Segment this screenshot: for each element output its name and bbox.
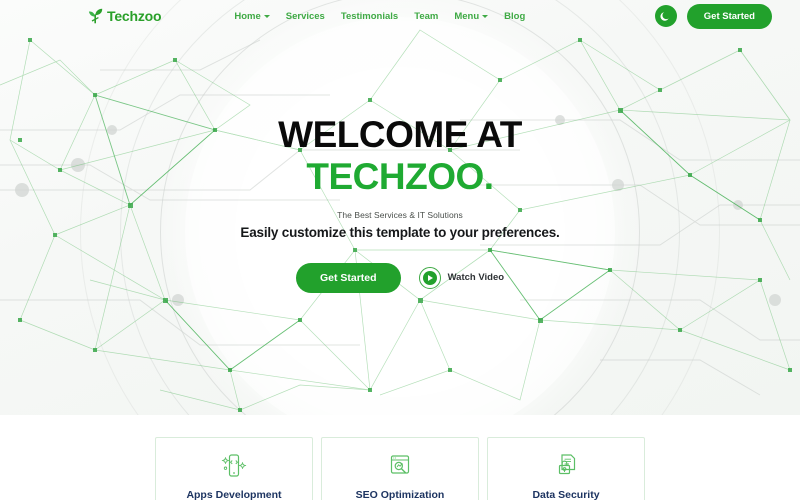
site-header: Techzoo Home Services Testimonials Team … xyxy=(0,0,800,32)
nav-label: Home xyxy=(234,10,261,22)
hero-tagline: The Best Services & IT Solutions xyxy=(337,209,463,220)
hero-title-line1: WELCOME AT xyxy=(278,114,522,156)
nav-label: Testimonials xyxy=(340,10,399,22)
nav-label: Blog xyxy=(504,10,526,22)
dark-mode-toggle[interactable] xyxy=(654,5,677,27)
watch-video-label: Watch Video xyxy=(447,272,505,284)
service-card-seo-optimization[interactable]: SEO Optimization Lorem ipsum dolor sit a… xyxy=(321,437,479,500)
service-card-title: Apps Development xyxy=(186,489,282,500)
nav-label: Menu xyxy=(454,10,480,22)
hero-content: WELCOME AT TECHZOO. The Best Services & … xyxy=(0,0,800,415)
moon-icon xyxy=(660,11,669,21)
nav-item-menu[interactable]: Menu xyxy=(454,10,489,22)
watch-video-button[interactable]: Watch Video xyxy=(418,266,505,289)
service-card-apps-development[interactable]: Apps Development Lorem ipsum dolor sit a… xyxy=(155,437,313,500)
hero-get-started-button[interactable]: Get Started xyxy=(295,262,401,293)
service-card-title: SEO Optimization xyxy=(355,489,445,500)
header-get-started-button[interactable]: Get Started xyxy=(686,3,772,29)
nav-item-home[interactable]: Home xyxy=(234,10,270,22)
play-circle-icon xyxy=(418,266,441,289)
main-navigation: Home Services Testimonials Team Menu Blo… xyxy=(234,11,525,22)
services-section: Apps Development Lorem ipsum dolor sit a… xyxy=(0,415,800,500)
service-card-data-security[interactable]: Data Security Lorem ipsum dolor sit amet… xyxy=(487,437,645,500)
browser-search-icon xyxy=(385,450,415,482)
hero-actions: Get Started Watch Video xyxy=(295,262,505,293)
landing-page: Techzoo Home Services Testimonials Team … xyxy=(0,0,800,500)
nav-item-services[interactable]: Services xyxy=(286,11,325,22)
hero-title-line2: TECHZOO. xyxy=(306,155,494,197)
header-actions: Get Started xyxy=(654,3,772,29)
mobile-code-icon xyxy=(219,450,249,482)
nav-label: Services xyxy=(285,10,325,22)
nav-item-team[interactable]: Team xyxy=(414,11,438,22)
nav-item-testimonials[interactable]: Testimonials xyxy=(341,11,398,22)
brand-logo[interactable]: Techzoo xyxy=(88,8,162,24)
chevron-down-icon xyxy=(482,15,489,18)
hero-title: WELCOME AT TECHZOO. xyxy=(278,114,522,197)
chevron-down-icon xyxy=(263,15,270,18)
service-card-list: Apps Development Lorem ipsum dolor sit a… xyxy=(0,415,800,500)
service-card-title: Data Security xyxy=(532,489,600,500)
nav-label: Team xyxy=(414,10,439,22)
leaf-logo-icon xyxy=(88,8,103,24)
nav-item-blog[interactable]: Blog xyxy=(504,11,525,22)
document-lock-icon xyxy=(551,450,581,482)
hero-subtitle: Easily customize this template to your p… xyxy=(240,224,560,240)
brand-name: Techzoo xyxy=(107,8,162,24)
